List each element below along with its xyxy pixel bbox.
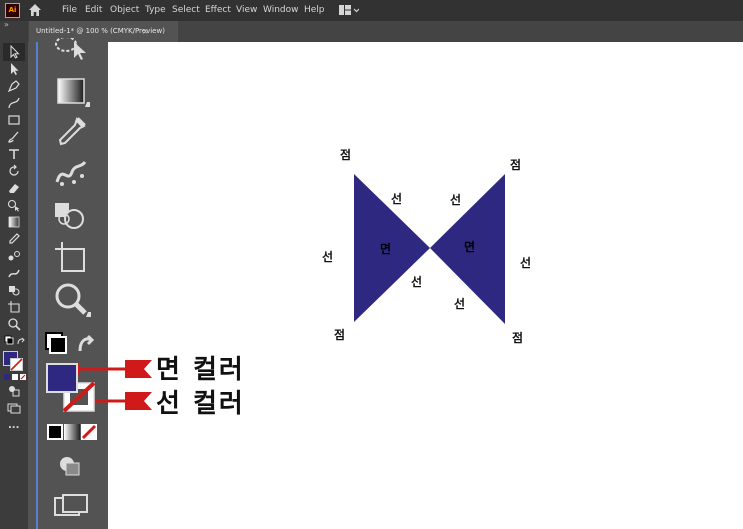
vertex-label: 점 bbox=[512, 331, 524, 345]
draw-mode-tool-icon[interactable] bbox=[58, 455, 82, 477]
zoomed-toolbar bbox=[38, 38, 108, 529]
edge-label: 선 bbox=[454, 297, 466, 311]
zoom-icon[interactable] bbox=[7, 317, 21, 331]
face-label: 면 bbox=[464, 240, 476, 254]
lasso-select-icon[interactable] bbox=[54, 38, 90, 64]
vertex-label: 점 bbox=[340, 148, 352, 162]
screen-mode-icon[interactable] bbox=[7, 401, 21, 415]
face-label: 면 bbox=[380, 242, 392, 256]
gradient-icon[interactable] bbox=[7, 215, 21, 229]
draw-mode-icon[interactable] bbox=[7, 384, 21, 398]
direct-selection-icon[interactable] bbox=[7, 62, 21, 76]
rectangle-icon[interactable] bbox=[7, 113, 21, 127]
zoom-tool-icon[interactable] bbox=[54, 282, 92, 318]
default-fill-stroke-icon[interactable] bbox=[4, 335, 26, 349]
edge-label: 선 bbox=[322, 250, 334, 264]
home-icon[interactable] bbox=[28, 3, 42, 17]
menu-view[interactable]: View bbox=[236, 5, 257, 15]
stroke-color-swatch-small[interactable] bbox=[10, 358, 23, 371]
selection-tool-icon[interactable] bbox=[7, 45, 21, 59]
artboard-tool-icon[interactable] bbox=[53, 240, 87, 274]
menu-type[interactable]: Type bbox=[145, 5, 166, 15]
edge-label: 선 bbox=[520, 256, 532, 270]
expand-toolbar-icon[interactable]: » bbox=[4, 20, 9, 29]
edge-label: 선 bbox=[411, 275, 423, 289]
stroke-color-callout: 선 컬러 bbox=[156, 389, 245, 419]
eyedropper-tool-icon[interactable] bbox=[55, 116, 87, 150]
curvature-icon[interactable] bbox=[7, 96, 21, 110]
default-fill-stroke-tool-icon[interactable] bbox=[44, 329, 96, 357]
menu-file[interactable]: File bbox=[62, 5, 77, 15]
color-mode-tool-icons[interactable] bbox=[47, 424, 97, 441]
fill-color-callout: 면 컬러 bbox=[156, 355, 245, 385]
blend-icon[interactable] bbox=[7, 249, 21, 263]
artboard-icon[interactable] bbox=[7, 300, 21, 314]
eraser-icon[interactable] bbox=[7, 181, 21, 195]
edge-label: 선 bbox=[450, 193, 462, 207]
menu-help[interactable]: Help bbox=[304, 5, 325, 15]
paintbrush-icon[interactable] bbox=[7, 130, 21, 144]
menu-edit[interactable]: Edit bbox=[85, 5, 102, 15]
document-tab[interactable]: Untitled-1* @ 100 % (CMYK/Preview) × bbox=[29, 21, 178, 42]
menu-bar: Ai File Edit Object Type Select Effect V… bbox=[0, 0, 743, 21]
menu-object[interactable]: Object bbox=[110, 5, 139, 15]
artwork-svg bbox=[354, 174, 505, 324]
vertex-label: 점 bbox=[334, 328, 346, 342]
screen-mode-tool-icon[interactable] bbox=[54, 494, 90, 520]
color-mode-icons[interactable] bbox=[4, 373, 26, 381]
left-toolbar: » ... bbox=[0, 20, 28, 529]
symbol-sprayer-icon[interactable] bbox=[7, 266, 21, 280]
edge-label: 선 bbox=[391, 192, 403, 206]
type-icon[interactable] bbox=[7, 147, 21, 161]
menu-window[interactable]: Window bbox=[263, 5, 299, 15]
live-paint-tool-icon[interactable] bbox=[54, 202, 88, 230]
gradient-tool-icon[interactable] bbox=[57, 78, 91, 108]
menu-select[interactable]: Select bbox=[172, 5, 200, 15]
rotate-icon[interactable] bbox=[7, 164, 21, 178]
shape-builder-icon[interactable] bbox=[7, 198, 21, 212]
live-paint-icon[interactable] bbox=[7, 283, 21, 297]
symbol-sprayer-tool-icon[interactable] bbox=[54, 158, 88, 190]
artboard-canvas[interactable]: 점 점 점 점 선 선 선 선 선 선 면 면 bbox=[108, 42, 743, 529]
eyedropper-icon[interactable] bbox=[7, 232, 21, 246]
pen-icon[interactable] bbox=[7, 79, 21, 93]
more-tools-icon[interactable]: ... bbox=[8, 420, 19, 431]
menu-effect[interactable]: Effect bbox=[205, 5, 231, 15]
fill-color-swatch[interactable] bbox=[46, 363, 78, 393]
workspace-layout-icon[interactable] bbox=[339, 5, 359, 16]
vertex-label: 점 bbox=[510, 158, 522, 172]
app-logo: Ai bbox=[5, 3, 20, 18]
close-tab-icon[interactable]: × bbox=[142, 21, 149, 42]
